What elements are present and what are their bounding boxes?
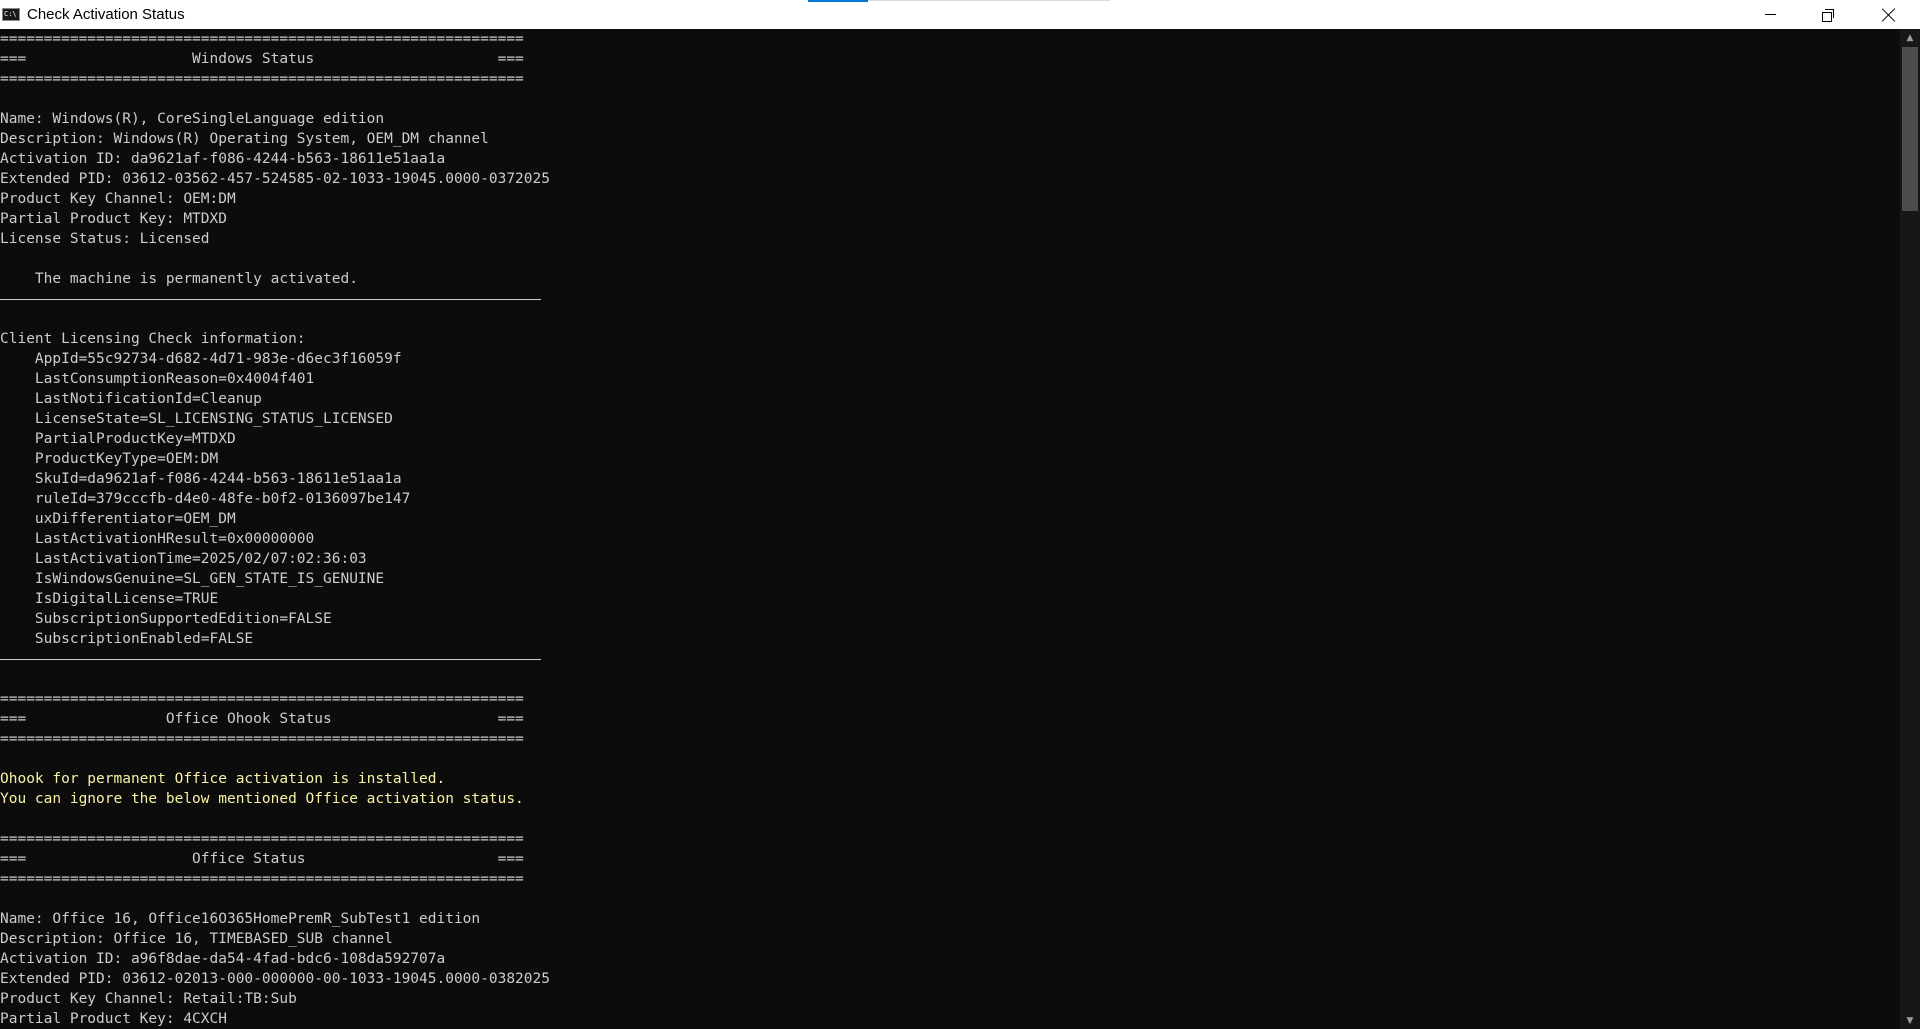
console-line: LastActivationTime=2025/02/07:02:36:03 xyxy=(0,551,367,567)
console-line: IsDigitalLicense=TRUE xyxy=(0,591,219,607)
console-line: Description: Office 16, TIMEBASED_SUB ch… xyxy=(0,931,393,947)
highlight-line: You can ignore the below mentioned Offic… xyxy=(0,791,524,807)
highlight-line: Ohook for permanent Office activation is… xyxy=(0,771,446,787)
console-output[interactable]: ========================================… xyxy=(0,29,1900,1029)
console-line: uxDifferentiator=OEM_DM xyxy=(0,511,236,527)
console-line: Product Key Channel: OEM:DM xyxy=(0,191,236,207)
console-line: Activation ID: a96f8dae-da54-4fad-bdc6-1… xyxy=(0,951,446,967)
console-line: SubscriptionSupportedEdition=FALSE xyxy=(0,611,332,627)
console-line: Activation ID: da9621af-f086-4244-b563-1… xyxy=(0,151,446,167)
console-line: LastActivationHResult=0x00000000 xyxy=(0,531,315,547)
console-line: LastNotificationId=Cleanup xyxy=(0,391,262,407)
close-icon xyxy=(1882,8,1896,22)
console-line: ruleId=379cccfb-d4e0-48fe-b0f2-0136097be… xyxy=(0,491,411,507)
restore-icon xyxy=(1822,8,1834,22)
console-window: C:\ Check Activation Status ============… xyxy=(0,0,1920,1029)
console-line: === Windows Status === xyxy=(0,51,524,67)
console-line: PartialProductKey=MTDXD xyxy=(0,431,236,447)
console-line: ========================================… xyxy=(0,831,524,847)
console-line: Client Licensing Check information: xyxy=(0,331,306,347)
console-line: ========================================… xyxy=(0,731,524,747)
console-line: ========================================… xyxy=(0,31,524,47)
console-line: ========================================… xyxy=(0,691,524,707)
vertical-scrollbar[interactable]: ▲ ▼ xyxy=(1900,29,1920,1029)
console-line: LastConsumptionReason=0x4004f401 xyxy=(0,371,315,387)
console-line: ========================================… xyxy=(0,871,524,887)
separator-rule xyxy=(0,649,1900,669)
title-divider xyxy=(868,0,1110,1)
console-line: SkuId=da9621af-f086-4244-b563-18611e51aa… xyxy=(0,471,402,487)
console-line: The machine is permanently activated. xyxy=(0,271,358,287)
minimize-button[interactable] xyxy=(1741,0,1799,29)
window-title: Check Activation Status xyxy=(27,6,185,23)
scrollbar-thumb[interactable] xyxy=(1902,47,1918,211)
scroll-down-arrow-icon[interactable]: ▼ xyxy=(1900,1012,1920,1029)
console-line: LicenseState=SL_LICENSING_STATUS_LICENSE… xyxy=(0,411,393,427)
console-line: Name: Windows(R), CoreSingleLanguage edi… xyxy=(0,111,385,127)
console-line: License Status: Licensed xyxy=(0,231,210,247)
title-focus-indicator xyxy=(808,0,868,2)
console-line: IsWindowsGenuine=SL_GEN_STATE_IS_GENUINE xyxy=(0,571,385,587)
console-app-icon[interactable]: C:\ xyxy=(2,8,20,21)
console-line: Partial Product Key: 4CXCH xyxy=(0,1011,227,1027)
console-line: SubscriptionEnabled=FALSE xyxy=(0,631,254,647)
scroll-up-arrow-icon[interactable]: ▲ xyxy=(1900,29,1920,46)
minimize-icon xyxy=(1764,14,1776,15)
console-line: AppId=55c92734-d682-4d71-983e-d6ec3f1605… xyxy=(0,351,402,367)
console-line: === Office Status === xyxy=(0,851,524,867)
console-line: Extended PID: 03612-03562-457-524585-02-… xyxy=(0,171,550,187)
console-line: Extended PID: 03612-02013-000-000000-00-… xyxy=(0,971,550,987)
separator-rule xyxy=(0,289,1900,309)
console-line: ========================================… xyxy=(0,71,524,87)
console-line: Name: Office 16, Office16O365HomePremR_S… xyxy=(0,911,481,927)
console-line: Product Key Channel: Retail:TB:Sub xyxy=(0,991,297,1007)
restore-button[interactable] xyxy=(1799,0,1857,29)
console-line: ProductKeyType=OEM:DM xyxy=(0,451,219,467)
title-bar[interactable]: C:\ Check Activation Status xyxy=(0,0,1920,29)
console-line: Description: Windows(R) Operating System… xyxy=(0,131,489,147)
close-button[interactable] xyxy=(1857,0,1920,29)
console-line: Partial Product Key: MTDXD xyxy=(0,211,227,227)
console-line: === Office Ohook Status === xyxy=(0,711,524,727)
